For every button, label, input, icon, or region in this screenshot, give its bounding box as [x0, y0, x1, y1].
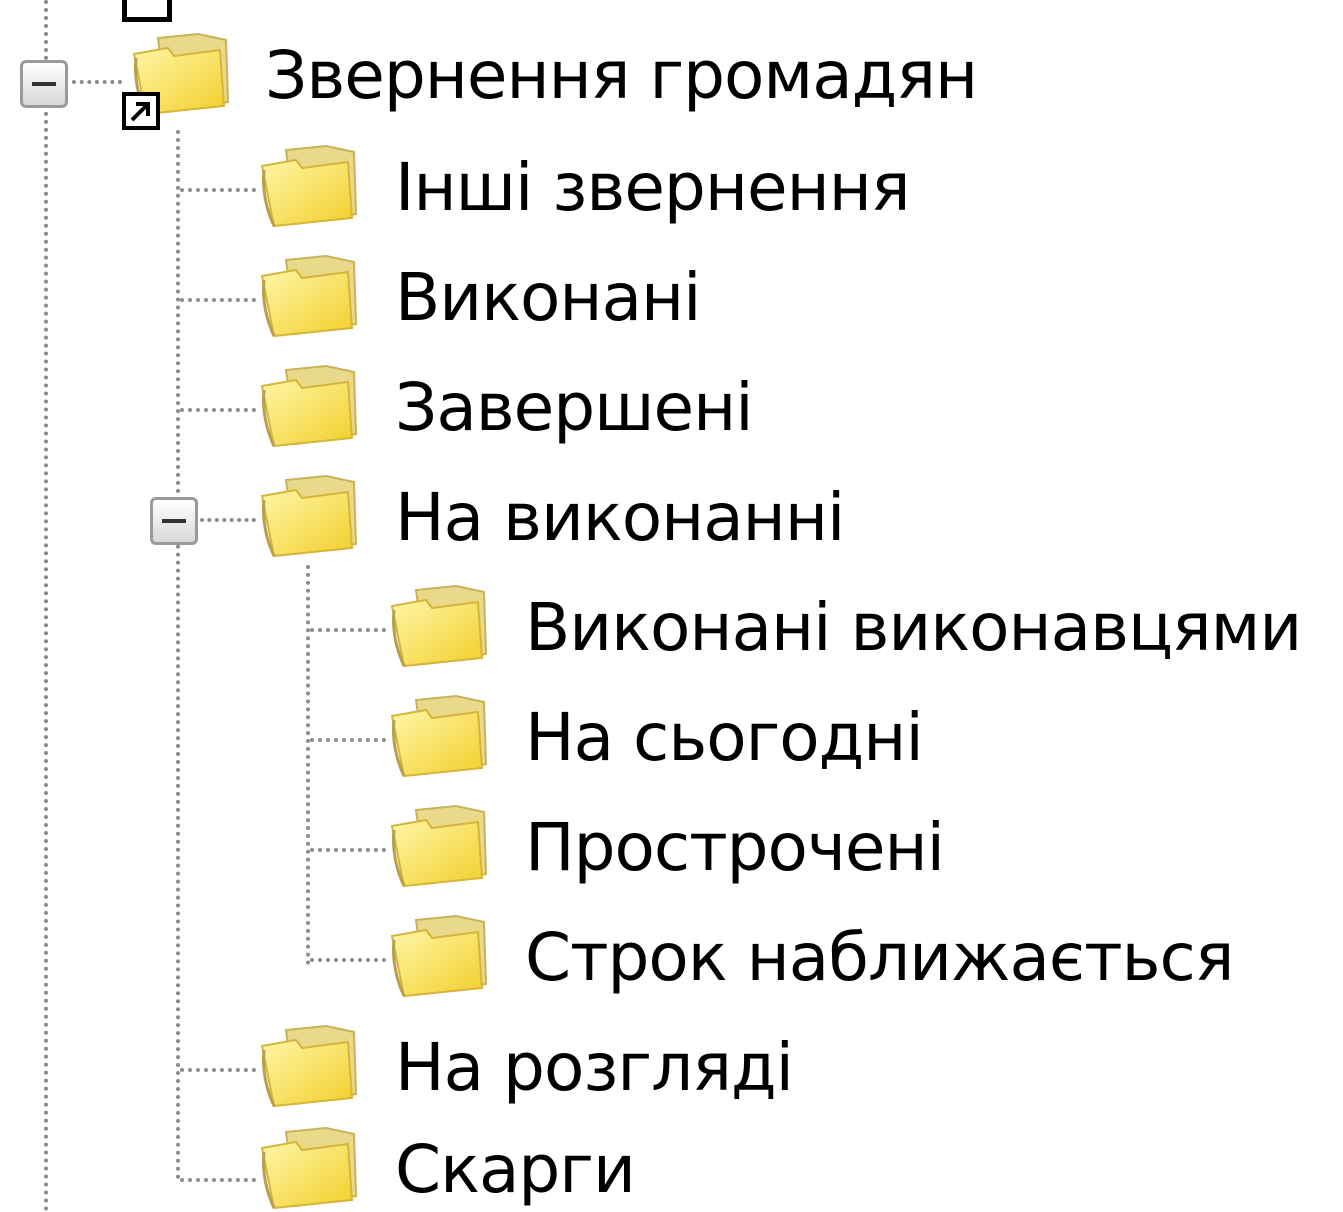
- partial-item-icon: [122, 0, 172, 22]
- tree-item-label-root[interactable]: Звернення громадян: [265, 36, 978, 116]
- tree-connector-h: [180, 298, 256, 302]
- tree-connector-h: [180, 1068, 256, 1072]
- tree-item-label[interactable]: Виконані виконавцями: [525, 588, 1302, 668]
- tree-connector-h: [310, 738, 386, 742]
- tree-connector-level1: [176, 130, 180, 1180]
- tree-item-label[interactable]: На виконанні: [395, 478, 845, 558]
- tree-item-label[interactable]: На розгляді: [395, 1028, 794, 1108]
- tree-connector-h: [200, 518, 256, 522]
- folder-icon: [256, 144, 360, 228]
- tree-connector-h: [310, 628, 386, 632]
- folder-icon: [256, 364, 360, 448]
- tree-connector-h: [310, 848, 386, 852]
- tree-item-label[interactable]: Прострочені: [525, 808, 945, 888]
- folder-tree: Звернення громадян Інші звернення Викона…: [0, 0, 1343, 1212]
- tree-connector-h: [180, 1178, 256, 1182]
- folder-icon: [256, 1024, 360, 1108]
- folder-icon: [256, 254, 360, 338]
- folder-icon: [386, 584, 490, 668]
- tree-connector-root-h: [72, 80, 122, 84]
- collapse-toggle-root[interactable]: [20, 60, 68, 108]
- tree-connector-h: [310, 958, 386, 962]
- tree-item-label[interactable]: Скарги: [395, 1130, 636, 1210]
- tree-item-label[interactable]: Виконані: [395, 258, 701, 338]
- folder-icon: [386, 694, 490, 778]
- folder-icon: [386, 804, 490, 888]
- tree-connector-h: [180, 408, 256, 412]
- tree-item-label[interactable]: Інші звернення: [395, 148, 911, 228]
- folder-icon: [386, 914, 490, 998]
- tree-item-label[interactable]: Строк наближається: [525, 918, 1234, 998]
- tree-item-label[interactable]: Завершені: [395, 368, 754, 448]
- shortcut-arrow-icon: [122, 92, 160, 130]
- collapse-toggle-in-progress[interactable]: [150, 497, 198, 545]
- tree-connector-level2: [306, 565, 310, 965]
- folder-icon: [256, 1126, 360, 1210]
- tree-connector-root: [44, 0, 48, 1212]
- folder-icon: [256, 474, 360, 558]
- tree-connector-h: [180, 188, 256, 192]
- tree-item-label[interactable]: На сьогодні: [525, 698, 924, 778]
